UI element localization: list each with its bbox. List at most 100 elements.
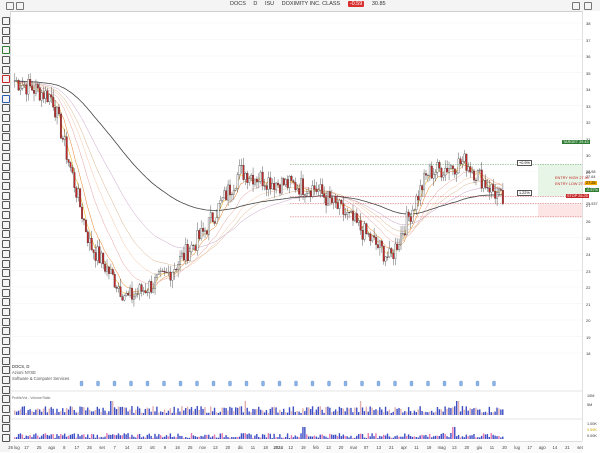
volume-bar bbox=[67, 409, 70, 415]
drawing-tool-icon[interactable] bbox=[2, 143, 10, 152]
candle-body bbox=[450, 165, 452, 169]
drawing-tool-icon[interactable] bbox=[2, 298, 10, 307]
volume-bar bbox=[98, 408, 100, 415]
indicator-bar bbox=[263, 434, 266, 439]
drawing-tool-icon[interactable] bbox=[2, 211, 10, 219]
drawing-tool-icon[interactable] bbox=[2, 385, 10, 394]
candle-body bbox=[165, 272, 168, 274]
price-axis[interactable]: 3837363534333231302928272625242322212019… bbox=[582, 11, 600, 441]
candle-body bbox=[175, 269, 178, 271]
drawing-tool-icon[interactable] bbox=[2, 181, 10, 190]
drawing-tool-icon[interactable] bbox=[2, 201, 10, 210]
drawing-tool-icon[interactable] bbox=[2, 191, 10, 200]
candle-body bbox=[244, 173, 247, 180]
drawing-tool-icon[interactable] bbox=[2, 152, 10, 161]
drawing-tool-icon[interactable] bbox=[2, 288, 10, 297]
drawing-tool-icon[interactable] bbox=[2, 65, 10, 74]
drawing-tool-icon[interactable] bbox=[2, 172, 10, 181]
candle-body bbox=[184, 244, 187, 261]
drawing-tool-icon[interactable] bbox=[2, 424, 10, 433]
drawing-tool-icon[interactable] bbox=[2, 46, 10, 55]
settings-icon[interactable] bbox=[572, 2, 580, 10]
indicator-bar bbox=[354, 437, 356, 439]
symbol-header[interactable]: DOCS D ISU DOXIMITY INC. CLASS -0.59 30.… bbox=[230, 1, 392, 7]
indicator-bar bbox=[50, 434, 52, 439]
volume-bar bbox=[144, 408, 147, 415]
indicator-bar bbox=[169, 433, 172, 439]
drawing-tool-icon[interactable] bbox=[2, 259, 10, 268]
drawing-tool-icon[interactable] bbox=[2, 414, 10, 423]
drawing-tool-icon[interactable] bbox=[2, 337, 10, 346]
drawing-tool-icon[interactable] bbox=[2, 220, 10, 229]
indicator-bar bbox=[165, 435, 168, 439]
indicator-bar bbox=[113, 434, 116, 439]
drawing-tool-icon[interactable] bbox=[2, 36, 10, 45]
indicator-bar bbox=[14, 437, 16, 439]
drawing-tool-icon[interactable] bbox=[2, 395, 10, 404]
drawing-tool-icon[interactable] bbox=[2, 26, 10, 35]
indicator-bar bbox=[96, 434, 99, 439]
drawing-tool-icon[interactable] bbox=[2, 123, 10, 132]
event-marker bbox=[211, 380, 216, 387]
candle-body bbox=[290, 175, 293, 181]
indicator-bar bbox=[381, 436, 383, 439]
menu-icon[interactable] bbox=[6, 2, 14, 10]
close-icon[interactable] bbox=[584, 2, 592, 10]
event-marker bbox=[360, 380, 364, 387]
indicator-bar bbox=[215, 437, 218, 439]
drawing-tool-icon[interactable] bbox=[2, 405, 10, 413]
drawing-tool-icon[interactable] bbox=[2, 375, 10, 384]
drawing-tool-icon[interactable] bbox=[2, 104, 10, 113]
event-marker bbox=[442, 380, 447, 387]
volume-bar bbox=[75, 412, 77, 415]
drawing-tool-icon[interactable] bbox=[2, 327, 10, 336]
price-tick-label: 34 bbox=[586, 87, 591, 92]
candle-body bbox=[486, 187, 489, 189]
candle-body bbox=[196, 230, 199, 251]
drawing-tool-icon[interactable] bbox=[2, 346, 10, 355]
price-chart[interactable] bbox=[10, 11, 582, 441]
indicator-bar bbox=[192, 435, 195, 439]
candle-body bbox=[340, 200, 343, 204]
volume-bar bbox=[407, 407, 410, 415]
drawing-tool-icon[interactable] bbox=[2, 308, 10, 316]
volume-bar bbox=[357, 412, 360, 415]
candle-body bbox=[206, 230, 208, 235]
indicator-bar bbox=[252, 437, 254, 439]
drawing-tool-icon[interactable] bbox=[2, 356, 10, 365]
left-measure-tag: 1.22% bbox=[517, 190, 532, 196]
indicator-bar bbox=[267, 433, 270, 439]
candle-body bbox=[238, 165, 241, 175]
drawing-tool-icon[interactable] bbox=[2, 55, 10, 64]
drawing-tool-icon[interactable] bbox=[2, 366, 10, 375]
volume-bar bbox=[325, 407, 327, 415]
price-tick-label: 37 bbox=[586, 37, 591, 43]
drawing-tool-icon[interactable] bbox=[2, 230, 10, 239]
drawing-tool-icon[interactable] bbox=[2, 240, 10, 249]
indicator-bar bbox=[430, 437, 433, 439]
time-tick-label: nov bbox=[199, 445, 207, 450]
layout-icon[interactable] bbox=[16, 2, 24, 10]
volume-bar bbox=[438, 409, 441, 415]
drawing-tool-icon[interactable] bbox=[2, 434, 10, 443]
time-tick-label: giu bbox=[476, 445, 483, 450]
drawing-tool-icon[interactable] bbox=[2, 278, 10, 287]
candle-body bbox=[36, 84, 39, 88]
candle-body bbox=[246, 173, 249, 183]
drawing-tool-icon[interactable] bbox=[2, 317, 10, 326]
drawing-tool-icon[interactable] bbox=[2, 133, 10, 142]
drawing-tool-icon[interactable] bbox=[2, 17, 10, 25]
time-axis[interactable]: 26 lug 17 25 ago 8 17 25 set 7 14 22 ott 9 16 25 nov 13 2… bbox=[8, 441, 583, 453]
drawing-tool-icon[interactable] bbox=[2, 249, 10, 258]
volume-bar bbox=[498, 408, 500, 415]
volume-bar bbox=[429, 411, 431, 415]
drawing-tool-icon[interactable] bbox=[2, 114, 10, 122]
candle-body bbox=[338, 200, 341, 209]
drawing-tool-icon[interactable] bbox=[2, 75, 10, 84]
candle-body bbox=[173, 269, 176, 273]
candle-body bbox=[167, 271, 170, 273]
drawing-tool-icon[interactable] bbox=[2, 94, 10, 103]
drawing-tool-icon[interactable] bbox=[2, 269, 10, 278]
drawing-tool-icon[interactable] bbox=[2, 162, 10, 171]
drawing-tool-icon[interactable] bbox=[2, 84, 10, 93]
